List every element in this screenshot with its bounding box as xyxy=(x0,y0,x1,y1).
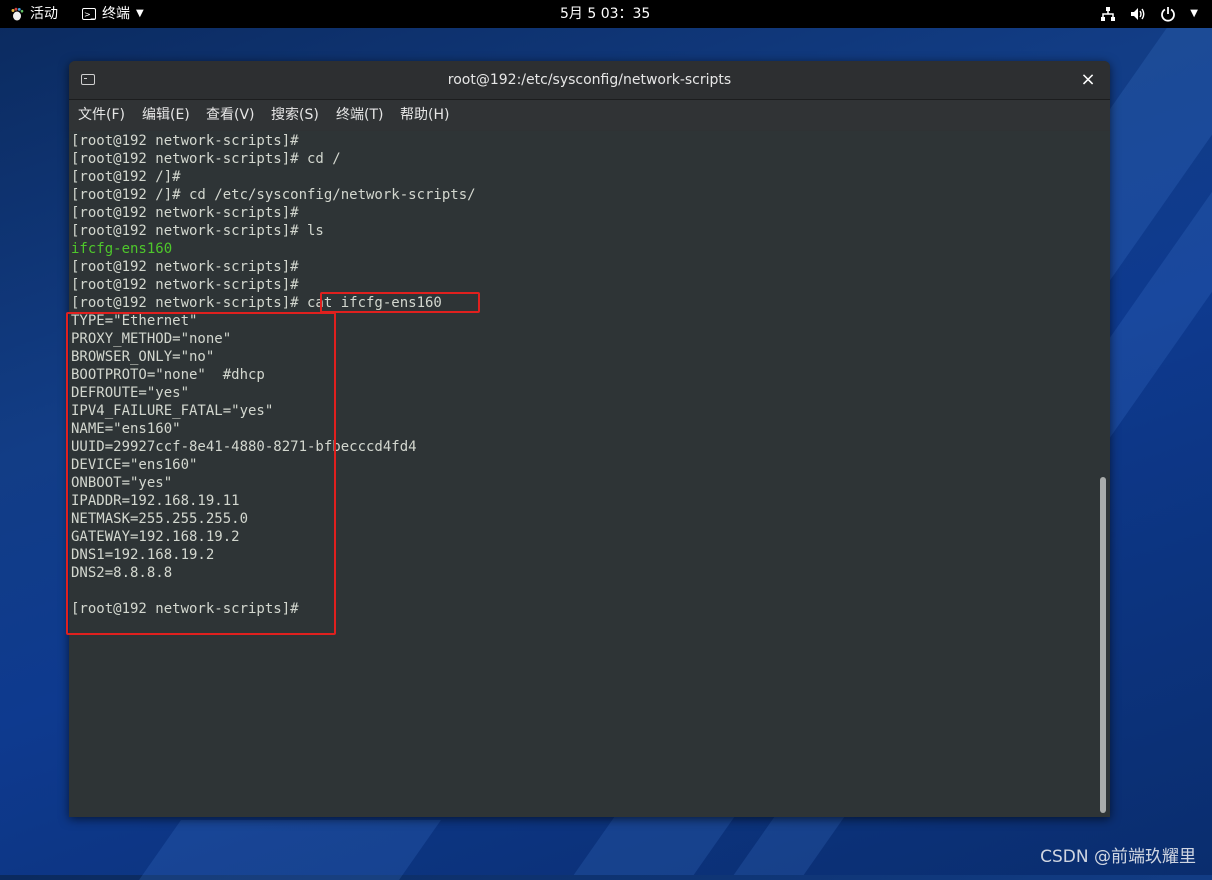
terminal-line: [root@192 network-scripts]# xyxy=(71,259,299,275)
desktop-stripe xyxy=(138,820,442,880)
activities-button[interactable]: 活动 xyxy=(10,0,58,28)
window-title: root@192:/etc/sysconfig/network-scripts xyxy=(447,72,732,88)
clock[interactable]: 5月 5 03：35 xyxy=(560,0,650,28)
terminal-line: [root@192 network-scripts]# cd / xyxy=(71,151,341,167)
menu-help[interactable]: 帮助(H) xyxy=(400,100,449,130)
scrollbar[interactable] xyxy=(1100,131,1108,817)
network-wired-icon xyxy=(1100,6,1116,22)
activities-label: 活动 xyxy=(30,6,58,22)
speaker-icon xyxy=(1130,6,1146,22)
terminal-line: [root@192 network-scripts]# ls xyxy=(71,223,324,239)
system-tray[interactable]: ▼ xyxy=(1100,0,1198,28)
power-icon xyxy=(1160,6,1176,22)
app-menu-button[interactable]: >_ 终端 ▼ xyxy=(82,0,144,28)
gnome-top-bar: 活动 >_ 终端 ▼ 5月 5 03：35 ▼ xyxy=(0,0,1212,28)
terminal-icon: >_ xyxy=(82,8,96,20)
gnome-foot-icon xyxy=(10,7,24,21)
menu-search[interactable]: 搜索(S) xyxy=(271,100,319,130)
menu-view[interactable]: 查看(V) xyxy=(206,100,255,130)
close-button[interactable]: × xyxy=(1076,61,1100,99)
highlight-box-command xyxy=(320,292,480,313)
window-titlebar[interactable]: root@192:/etc/sysconfig/network-scripts … xyxy=(69,61,1110,100)
highlight-box-config-output xyxy=(66,312,336,635)
menu-file[interactable]: 文件(F) xyxy=(78,100,125,130)
terminal-line: [root@192 network-scripts]# xyxy=(71,133,299,149)
scrollbar-thumb[interactable] xyxy=(1100,477,1106,813)
menu-bar: 文件(F) 编辑(E) 查看(V) 搜索(S) 终端(T) 帮助(H) xyxy=(69,100,1110,130)
caret-down-icon: ▼ xyxy=(1190,8,1198,19)
menu-edit[interactable]: 编辑(E) xyxy=(142,100,190,130)
app-menu-label: 终端 xyxy=(102,6,130,22)
caret-down-icon: ▼ xyxy=(136,8,144,19)
terminal-line: [root@192 /]# cd /etc/sysconfig/network-… xyxy=(71,187,476,203)
terminal-icon xyxy=(81,74,95,85)
terminal-line: [root@192 network-scripts]# xyxy=(71,205,299,221)
terminal-line-ls-output: ifcfg-ens160 xyxy=(71,241,173,257)
terminal-line: [root@192 /]# xyxy=(71,169,181,185)
watermark: CSDN @前端玖耀里 xyxy=(1040,847,1196,867)
menu-terminal[interactable]: 终端(T) xyxy=(336,100,383,130)
